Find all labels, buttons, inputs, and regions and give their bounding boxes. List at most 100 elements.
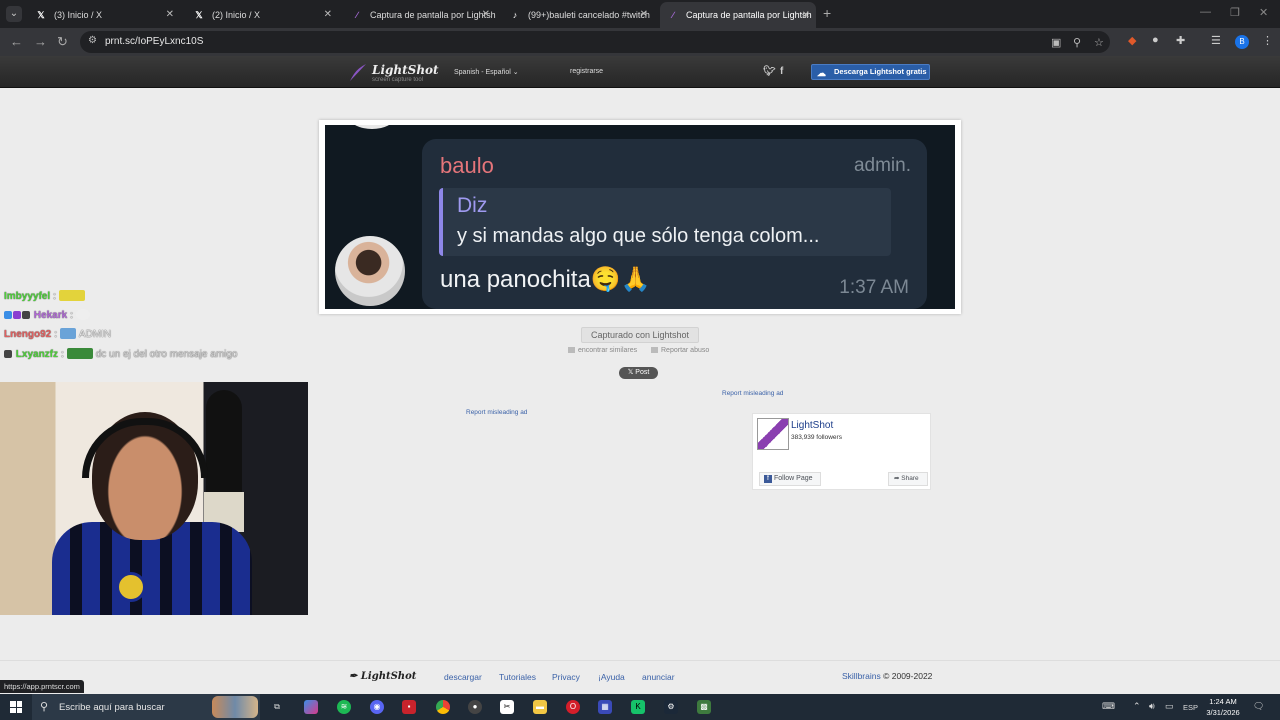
spotify-icon[interactable]: ≋	[337, 700, 351, 714]
site-info-icon[interactable]: ⚙	[88, 35, 97, 46]
browser-tab-active[interactable]: ∕ Captura de pantalla por Lightsh ✕	[660, 2, 816, 28]
footer-link-privacy[interactable]: Privacy	[552, 672, 580, 682]
obs-icon[interactable]: ●	[468, 700, 482, 714]
app-icon[interactable]: ▪	[402, 700, 416, 714]
lightshot-feather-icon	[350, 64, 366, 81]
find-similar-label: encontrar similares	[578, 347, 638, 354]
tab-close-icon[interactable]: ✕	[324, 4, 332, 26]
volume-icon[interactable]: 🔊︎	[1149, 701, 1155, 712]
footer-link-advertise[interactable]: anunciar	[642, 672, 675, 682]
network-icon[interactable]: ▭	[1165, 701, 1174, 712]
footer-link-download[interactable]: descargar	[444, 672, 482, 682]
lightshot-feather-icon: ∕	[672, 10, 674, 20]
report-ad-link[interactable]: Report misleading ad	[466, 409, 527, 416]
profile-avatar[interactable]: B	[1235, 35, 1249, 49]
extension-fox-icon[interactable]: ◆	[1128, 34, 1136, 47]
tab-close-icon[interactable]: ✕	[482, 4, 490, 26]
search-placeholder: Escribe aquí para buscar	[59, 702, 165, 713]
windows-start-icon[interactable]	[10, 701, 22, 713]
keyboard-icon[interactable]: ⌨	[1102, 701, 1115, 712]
install-app-icon[interactable]: ▣	[1051, 36, 1061, 49]
download-button[interactable]: ☁ Descarga Lightshot gratis	[811, 64, 930, 80]
share-button[interactable]: ➦ Share	[888, 472, 928, 486]
chrome-icon[interactable]	[436, 700, 450, 714]
follow-page-button[interactable]: f Follow Page	[759, 472, 821, 486]
chat-sep: :	[54, 329, 58, 340]
browser-menu-icon[interactable]: ⋮	[1262, 34, 1273, 47]
register-link[interactable]: registrarse	[570, 68, 603, 75]
url-omnibox[interactable]: ⚙ prnt.sc/IoPEyLxnc10S ▣ ⚲ ☆	[80, 31, 1110, 53]
copilot-icon[interactable]	[304, 700, 318, 714]
page-thumbnail[interactable]	[757, 418, 789, 450]
tab-close-icon[interactable]: ✕	[640, 4, 648, 26]
chat-message: Imbyyyfel :	[4, 290, 86, 302]
show-hidden-icons[interactable]: ⌃	[1133, 701, 1141, 712]
captured-with-lightshot[interactable]: Capturado con Lightshot	[581, 327, 699, 343]
reading-list-icon[interactable]: ☰	[1211, 34, 1221, 47]
emote-icon	[66, 348, 93, 359]
task-view-icon[interactable]: ⧉	[270, 700, 284, 714]
back-icon[interactable]: ←	[10, 34, 23, 49]
browser-tab[interactable]: ♪ (99+)bauleti cancelado #twitch ✕	[502, 4, 654, 26]
fb-page-name[interactable]: LightShot	[791, 420, 833, 431]
tab-close-icon[interactable]: ✕	[802, 3, 810, 28]
kick-icon[interactable]: K	[631, 700, 645, 714]
file-explorer-icon[interactable]: ▬	[533, 700, 547, 714]
maximize-icon[interactable]: ❐	[1230, 6, 1240, 19]
extension-icon[interactable]: ●	[1152, 34, 1159, 46]
input-language[interactable]: ESP	[1183, 703, 1198, 712]
report-abuse-link[interactable]: Reportar abuso	[651, 347, 709, 354]
emote-icon	[76, 309, 91, 320]
search-icon: ⚲	[40, 701, 49, 713]
tab-title: Captura de pantalla por Lightsh	[370, 10, 496, 20]
chat-message: Hekark :	[4, 309, 91, 321]
message-bubble: baulo admin. Diz y si mandas algo que só…	[422, 139, 927, 309]
extensions-puzzle-icon[interactable]: ✚	[1176, 34, 1185, 47]
skillbrains-link[interactable]: Skillbrains	[842, 671, 881, 681]
browser-tab[interactable]: ∕ Captura de pantalla por Lightsh ✕	[344, 4, 496, 26]
browser-tab[interactable]: 𝕏 (3) Inicio / X ✕	[28, 4, 180, 26]
new-tab-icon[interactable]: +	[823, 5, 831, 21]
clock-date: 3/31/2026	[1206, 708, 1240, 717]
minimize-icon[interactable]: —	[1200, 6, 1211, 18]
clock-time: 1:24 AM	[1209, 697, 1237, 706]
footer-logo[interactable]: ✒ LightShot	[349, 671, 416, 682]
steam-icon[interactable]: ⚙	[664, 700, 678, 714]
language-label: Spanish - Español	[454, 69, 511, 76]
headphones	[82, 418, 208, 478]
search-highlight-image	[212, 696, 258, 718]
facebook-page-widget: LightShot 383,939 followers f Follow Page…	[752, 413, 931, 490]
tab-search-menu-icon[interactable]: ⌄	[6, 6, 22, 22]
footer-link-tutorials[interactable]: Tutoriales	[499, 672, 536, 682]
app-icon[interactable]: ▦	[598, 700, 612, 714]
forward-icon[interactable]: →	[34, 34, 47, 49]
camera-icon	[568, 347, 575, 353]
emote-icon	[60, 328, 77, 339]
sender-name: baulo	[440, 153, 494, 178]
report-ad-link[interactable]: Report misleading ad	[722, 390, 783, 397]
emote-icon	[59, 290, 86, 301]
taskbar-search[interactable]: ⚲ Escribe aquí para buscar	[32, 694, 260, 720]
x-post-button[interactable]: 𝕏 Post	[619, 367, 658, 379]
chat-message: Lnengo92 : ADMIN	[4, 328, 111, 340]
close-window-icon[interactable]: ✕	[1259, 6, 1268, 19]
twitter-icon[interactable]: 🐦︎	[763, 66, 776, 77]
notifications-icon[interactable]: 🗨︎	[1253, 701, 1264, 712]
footer-link-help[interactable]: ¡Ayuda	[598, 672, 625, 682]
facebook-icon[interactable]: f	[780, 66, 783, 77]
browser-tab[interactable]: 𝕏 (2) Inicio / X ✕	[186, 4, 338, 26]
tab-title: (3) Inicio / X	[54, 10, 103, 20]
opera-icon[interactable]: O	[566, 700, 580, 714]
capcut-icon[interactable]: ✂	[500, 700, 514, 714]
discord-icon[interactable]: ◉	[370, 700, 384, 714]
bookmark-star-icon[interactable]: ☆	[1094, 36, 1104, 49]
reply-name: Diz	[457, 194, 488, 217]
find-similar-link[interactable]: encontrar similares	[568, 347, 637, 354]
taskbar-clock[interactable]: 1:24 AM 3/31/2026	[1200, 696, 1246, 718]
chat-user: Hekark	[33, 310, 68, 321]
minecraft-icon[interactable]: ▩	[697, 700, 711, 714]
tab-close-icon[interactable]: ✕	[166, 4, 174, 26]
zoom-icon[interactable]: ⚲	[1073, 36, 1081, 49]
reload-icon[interactable]: ↻	[57, 34, 68, 50]
language-selector[interactable]: Spanish - Español ⌄	[454, 68, 519, 76]
